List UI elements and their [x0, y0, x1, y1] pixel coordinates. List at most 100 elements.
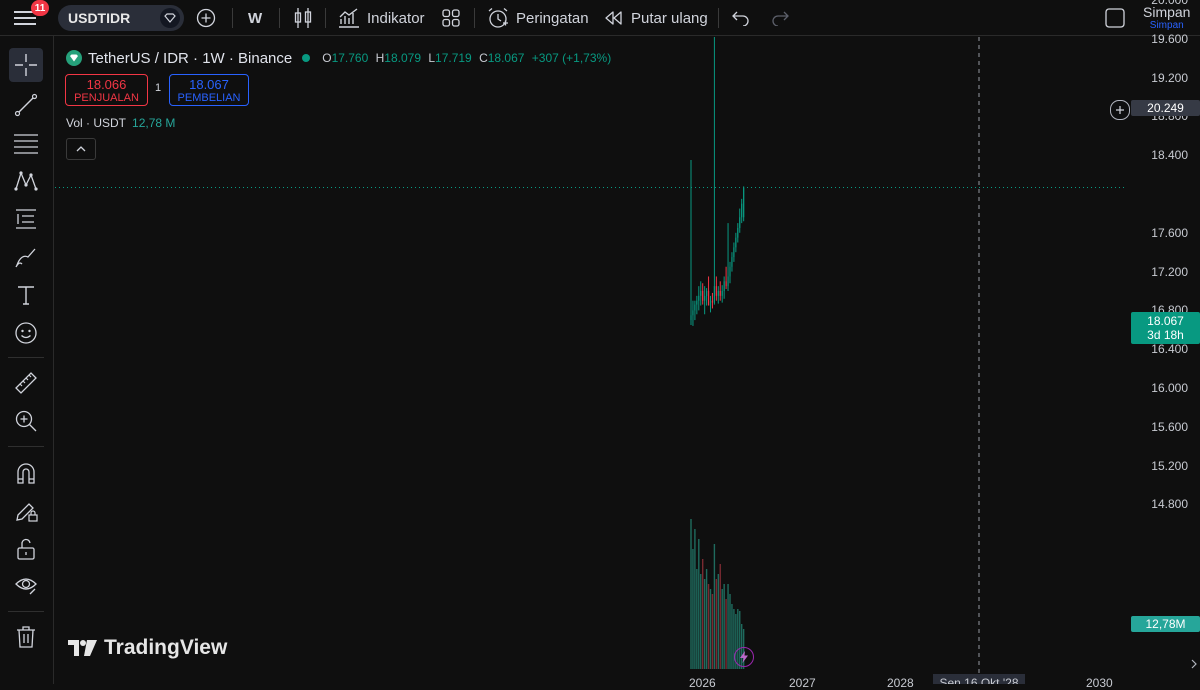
lightning-icon[interactable]: [734, 647, 754, 667]
fib-tool[interactable]: [9, 126, 43, 160]
candle-body: [721, 291, 723, 296]
collapse-legend-button[interactable]: [66, 138, 96, 160]
chevron-up-icon: [76, 146, 86, 152]
buy-button[interactable]: 18.067 PEMBELIAN: [169, 74, 249, 106]
icon-tool[interactable]: [9, 316, 43, 350]
candle-body: [733, 247, 735, 258]
drawing-toolbar: [0, 36, 54, 684]
symbol-search[interactable]: USDTIDR: [58, 5, 184, 31]
bar-countdown: 3d 18h: [1147, 328, 1184, 342]
last-price: 18.067: [1147, 314, 1184, 328]
sell-button[interactable]: 18.066 PENJUALAN: [65, 74, 148, 106]
candle-body: [725, 281, 727, 287]
candle-body: [700, 291, 702, 296]
remove-drawings-tool[interactable]: [9, 620, 43, 654]
scroll-right-button[interactable]: [1188, 654, 1200, 674]
layouts-button[interactable]: [442, 0, 460, 36]
price-tick-label: 19.200: [1151, 70, 1188, 85]
open-value: 17.760: [331, 51, 369, 65]
measure-tool[interactable]: [9, 366, 43, 400]
high-value: 18.079: [384, 51, 421, 65]
layout-name-checkbox[interactable]: [1105, 0, 1125, 36]
pattern-tool[interactable]: [9, 164, 43, 198]
candle-body: [741, 203, 743, 218]
tradingview-logo[interactable]: TradingView: [68, 636, 227, 660]
volume-bar: [709, 589, 712, 669]
candle-body: [707, 291, 710, 306]
legend-title[interactable]: TetherUS / IDR · 1W · Binance: [88, 50, 292, 67]
trash-icon: [17, 626, 35, 648]
forecasting-tool[interactable]: [9, 202, 43, 236]
candle-body: [696, 300, 698, 305]
lock-all-tool[interactable]: [9, 532, 43, 566]
volume-bar: [705, 569, 708, 669]
high-label: H: [375, 51, 385, 65]
smiley-icon: [15, 322, 37, 344]
indicators-label: Indikator: [367, 9, 425, 27]
compare-add-button[interactable]: [196, 0, 216, 36]
divider: [325, 8, 326, 28]
redo-button[interactable]: [770, 0, 790, 36]
save-label: Simpan: [1143, 4, 1191, 20]
price-axis[interactable]: 20.80020.40020.00019.60019.20018.80018.4…: [1127, 0, 1200, 684]
undo-button[interactable]: [731, 0, 751, 36]
price-tick-label: 19.600: [1151, 31, 1188, 46]
volume-bar: [703, 579, 706, 669]
square-icon: [1105, 8, 1125, 28]
pencil-lock-icon: [16, 503, 38, 522]
chart-type-button[interactable]: [294, 0, 312, 36]
alerts-button[interactable]: Peringatan: [487, 0, 589, 36]
candle-body: [715, 286, 717, 296]
buy-label: PEMBELIAN: [177, 92, 241, 104]
trend-line-tool[interactable]: [9, 88, 43, 122]
candle-body: [692, 310, 694, 316]
close-label: C: [479, 51, 488, 65]
long-position-icon: [16, 209, 36, 229]
volume-value: 12,78 M: [132, 116, 176, 130]
volume-bar: [702, 559, 704, 669]
volume-bar: [723, 584, 725, 669]
candle-body: [719, 291, 721, 296]
text-tool[interactable]: [9, 278, 43, 312]
undo-icon: [732, 11, 749, 26]
volume-label: Vol · USDT: [66, 116, 127, 130]
divider: [474, 8, 475, 28]
candle-body: [702, 291, 704, 301]
indicators-button[interactable]: Indikator: [338, 0, 425, 36]
sell-label: PENJUALAN: [74, 92, 139, 104]
price-tick-label: 20.000: [1151, 0, 1188, 7]
crosshair-plus-button[interactable]: [1110, 100, 1130, 120]
market-status-dot: [302, 54, 311, 62]
chart-pane[interactable]: [55, 37, 1127, 684]
last-price-label: 18.067 3d 18h: [1131, 312, 1200, 344]
divider: [8, 446, 44, 447]
price-tick-label: 15.600: [1151, 419, 1188, 434]
zoom-tool[interactable]: [9, 404, 43, 438]
change-value: +307 (+1,73%): [531, 51, 612, 65]
crosshair-icon: [15, 54, 37, 76]
unlock-icon: [17, 538, 35, 560]
brush-tool[interactable]: [9, 240, 43, 274]
replay-button[interactable]: Putar ulang: [604, 0, 708, 36]
crosshair-tool[interactable]: [9, 48, 43, 82]
volume-bar: [696, 569, 698, 669]
candle-body: [690, 315, 692, 321]
volume-bar: [731, 604, 733, 669]
visibility-tool[interactable]: [9, 568, 43, 602]
top-toolbar: 11 USDTIDR W Indikator Peringatan Putar …: [0, 0, 1200, 36]
interval-button[interactable]: W: [248, 0, 262, 36]
sell-price: 18.066: [86, 77, 127, 92]
lock-drawing-tool[interactable]: [9, 494, 43, 528]
magnet-tool[interactable]: [9, 456, 43, 490]
divider: [232, 8, 233, 28]
volume-bar: [692, 549, 694, 669]
volume-bar: [717, 574, 719, 669]
tether-logo-icon: [66, 50, 82, 66]
indicators-chart-icon: [339, 8, 359, 28]
divider: [8, 611, 44, 612]
volume-legend[interactable]: Vol · USDT 12,78 M: [66, 116, 175, 130]
price-chart[interactable]: [55, 37, 1127, 684]
candle-body: [729, 266, 731, 277]
symbol-legend: TetherUS / IDR · 1W · Binance O17.760 H1…: [66, 48, 611, 68]
volume-bar: [711, 594, 714, 669]
